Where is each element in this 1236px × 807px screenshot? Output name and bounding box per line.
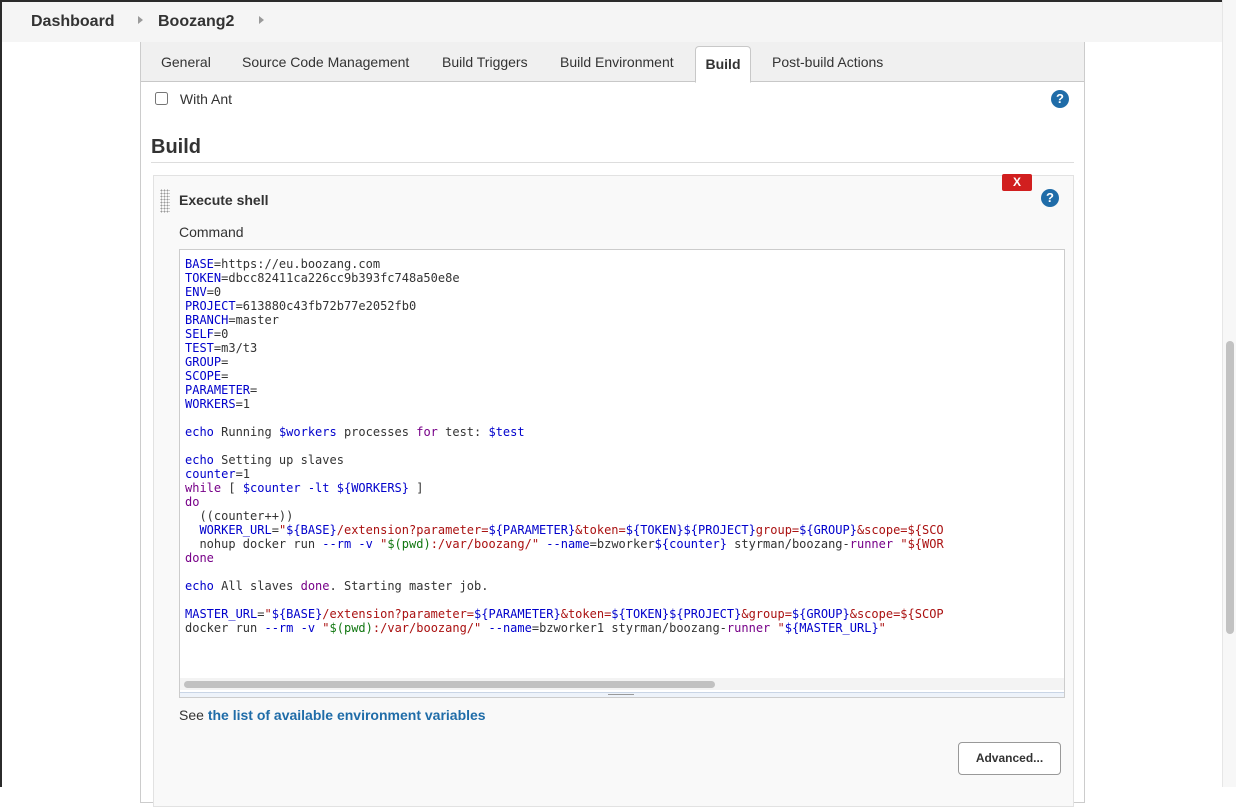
- with-ant-label: With Ant: [179, 91, 233, 107]
- step-title: Execute shell: [179, 192, 269, 208]
- tab-build-triggers[interactable]: Build Triggers: [442, 54, 528, 70]
- command-editor[interactable]: BASE=https://eu.boozang.com TOKEN=dbcc82…: [179, 249, 1065, 698]
- editor-horizontal-scrollbar[interactable]: [180, 678, 1064, 690]
- section-divider: [151, 162, 1074, 163]
- execute-shell-step: Execute shell X ? Command BASE=https://e…: [153, 174, 1074, 807]
- env-note-prefix: See: [179, 707, 208, 723]
- page-scrollbar[interactable]: [1222, 0, 1236, 787]
- env-variables-note: See the list of available environment va…: [179, 707, 486, 723]
- build-section-title: Build: [151, 136, 201, 158]
- page-scrollbar-thumb[interactable]: [1226, 341, 1234, 634]
- with-ant-option[interactable]: With Ant: [155, 91, 232, 107]
- step-help-icon[interactable]: ?: [1041, 189, 1059, 207]
- with-ant-checkbox[interactable]: [155, 92, 168, 105]
- tab-general[interactable]: General: [161, 54, 211, 70]
- config-tabbar: General Source Code Management Build Tri…: [141, 42, 1084, 83]
- window-frame-left: [0, 0, 2, 787]
- resize-grip-icon[interactable]: [608, 694, 634, 697]
- breadcrumb-separator-icon[interactable]: [138, 16, 143, 24]
- breadcrumb-separator-icon[interactable]: [259, 16, 264, 24]
- command-label: Command: [179, 224, 244, 240]
- editor-resize-handle[interactable]: [180, 692, 1064, 697]
- delete-step-button[interactable]: X: [1002, 174, 1032, 191]
- tab-source-code-management[interactable]: Source Code Management: [242, 54, 409, 70]
- breadcrumb-dashboard[interactable]: Dashboard: [31, 13, 115, 31]
- tab-build[interactable]: Build: [695, 46, 751, 83]
- breadcrumb-boozang2[interactable]: Boozang2: [158, 13, 234, 31]
- breadcrumb: Dashboard Boozang2: [2, 2, 1222, 42]
- help-icon[interactable]: ?: [1051, 90, 1069, 108]
- advanced-button[interactable]: Advanced...: [958, 742, 1061, 775]
- tab-build-environment[interactable]: Build Environment: [560, 54, 674, 70]
- drag-handle-icon[interactable]: [160, 189, 170, 213]
- editor-scrollbar-thumb[interactable]: [184, 681, 715, 688]
- job-config-panel: General Source Code Management Build Tri…: [140, 42, 1085, 807]
- env-variables-link[interactable]: the list of available environment variab…: [208, 707, 486, 723]
- command-code[interactable]: BASE=https://eu.boozang.com TOKEN=dbcc82…: [185, 257, 944, 635]
- tab-post-build-actions[interactable]: Post-build Actions: [772, 54, 883, 70]
